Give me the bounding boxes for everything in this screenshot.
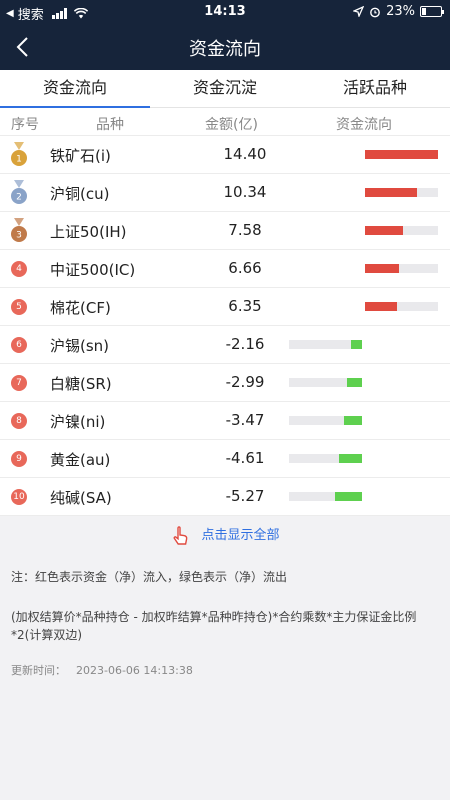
flow-bar-track [289,340,362,349]
rank-badge: 8 [11,413,27,429]
flow-bar-track [365,302,438,311]
table-row[interactable]: 1 铁矿石(i) 14.40 [0,136,450,174]
table-row[interactable]: 3 上证50(IH) 7.58 [0,212,450,250]
flow-bar-track [289,492,362,501]
amount-value: 10.34 [223,183,267,201]
col-flow: 资金流向 [336,117,392,133]
variety-name: 沪镍(ni) [50,413,106,431]
table-row[interactable]: 7 白糖(SR) -2.99 [0,364,450,402]
rank-badge: 5 [11,299,27,315]
col-rank: 序号 [11,117,39,133]
amount-value: -5.27 [225,487,265,505]
variety-name: 白糖(SR) [50,375,112,393]
outflow-bar [347,378,362,387]
pointing-hand-icon [173,526,188,545]
show-all-label: 点击显示全部 [201,528,280,543]
variety-name: 沪铜(cu) [50,185,110,203]
col-variety: 品种 [96,117,124,133]
formula-note: (加权结算价*品种持仓 - 加权昨结算*品种昨持仓)*合约乘数*主力保证金比例*… [11,610,417,642]
tab-active-varieties[interactable]: 活跃品种 [300,70,450,107]
variety-name: 上证50(IH) [50,223,127,241]
variety-name: 沪锡(sn) [50,337,110,355]
table-row[interactable]: 4 中证500(IC) 6.66 [0,250,450,288]
tab-fund-flow[interactable]: 资金流向 [0,70,150,108]
rank-number: 1 [16,155,22,165]
table-row[interactable]: 8 沪镍(ni) -3.47 [0,402,450,440]
amount-value: -2.16 [225,335,265,353]
rank-badge: 6 [11,337,27,353]
show-all-button[interactable]: 点击显示全部 [0,516,450,556]
tab-bar: 资金流向 资金沉淀 活跃品种 [0,70,450,108]
flow-table: 1 铁矿石(i) 14.40 2 沪铜(cu) 10.34 3 上证50(IH) 7.58 4 中证… [0,136,450,516]
medal-icon: 2 [11,180,27,204]
variety-name: 黄金(au) [50,451,111,469]
legend-note: 注：红色表示资金（净）流入，绿色表示（净）流出 [11,570,288,584]
amount-value: 6.35 [228,297,262,315]
amount-value: -2.99 [225,373,265,391]
rank-badge: 10 [11,489,27,505]
nav-bar: 资金流向 [0,24,450,70]
update-time-value: 2023-06-06 14:13:38 [76,664,193,677]
page-title: 资金流向 [189,39,261,60]
table-header: 序号 品种 金额(亿) 资金流向 [0,108,450,136]
outflow-bar [335,492,362,501]
status-right: 23% [353,4,444,19]
tab-fund-deposit[interactable]: 资金沉淀 [150,70,300,107]
status-bar: ◀ 搜索 14:13 23% [0,0,450,24]
flow-bar-track [289,454,362,463]
rank-number: 3 [16,231,22,241]
rank-badge: 7 [11,375,27,391]
location-icon [353,6,365,17]
medal-icon: 1 [11,142,27,166]
outflow-bar [344,416,362,425]
amount-value: 14.40 [223,145,267,163]
table-row[interactable]: 5 棉花(CF) 6.35 [0,288,450,326]
amount-value: -4.61 [225,449,265,467]
table-row[interactable]: 9 黄金(au) -4.61 [0,440,450,478]
inflow-bar [365,264,399,273]
rank-badge: 9 [11,451,27,467]
variety-name: 纯碱(SA) [50,489,112,507]
flow-bar-track [365,150,438,159]
flow-bar-track [365,226,438,235]
table-row[interactable]: 10 纯碱(SA) -5.27 [0,478,450,516]
flow-bar-track [365,264,438,273]
amount-value: -3.47 [225,411,265,429]
rank-number: 2 [16,193,22,203]
flow-bar-track [365,188,438,197]
alarm-icon [370,7,380,17]
variety-name: 铁矿石(i) [50,147,111,165]
inflow-bar [365,302,397,311]
amount-value: 6.66 [228,259,262,277]
flow-bar-track [289,378,362,387]
outflow-bar [351,340,362,349]
update-time-label: 更新时间： [11,664,66,677]
battery-icon [420,6,444,17]
flow-bar-track [289,416,362,425]
inflow-bar [365,188,417,197]
update-time: 更新时间： 2023-06-06 14:13:38 [11,662,203,678]
col-amount: 金额(亿) [205,117,258,133]
table-row[interactable]: 2 沪铜(cu) 10.34 [0,174,450,212]
table-row[interactable]: 6 沪锡(sn) -2.16 [0,326,450,364]
variety-name: 棉花(CF) [50,299,111,317]
outflow-bar [339,454,362,463]
medal-icon: 3 [11,218,27,242]
variety-name: 中证500(IC) [50,261,136,279]
amount-value: 7.58 [228,221,262,239]
rank-badge: 4 [11,261,27,277]
inflow-bar [365,226,403,235]
inflow-bar [365,150,438,159]
battery-percent: 23% [386,4,415,19]
